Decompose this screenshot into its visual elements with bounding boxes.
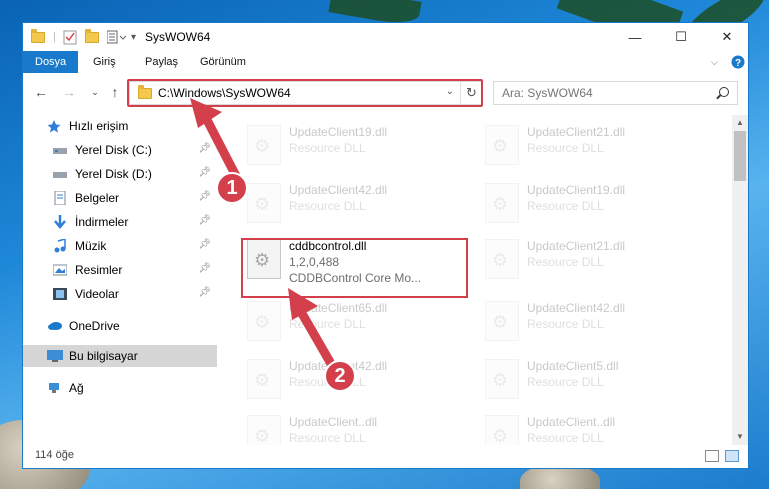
step-number-badge: 2 [324,360,356,392]
annotation-arrows [190,98,335,367]
step-number-badge: 1 [216,172,248,204]
